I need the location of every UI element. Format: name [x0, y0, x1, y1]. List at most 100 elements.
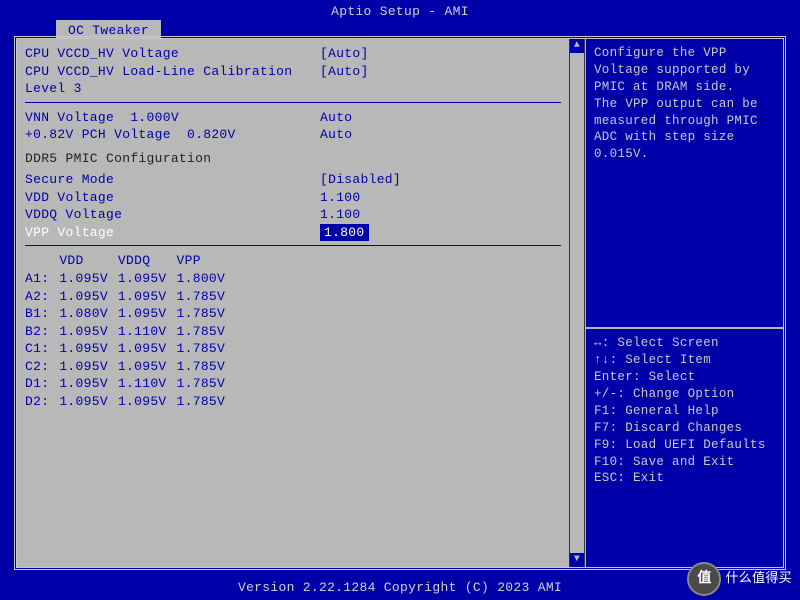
setting-label: Secure Mode: [25, 171, 320, 189]
cell-vddq: 1.095V: [118, 358, 177, 376]
cell-ch: A2:: [25, 288, 59, 306]
watermark: 值 什么值得买: [687, 562, 792, 596]
help-line: The VPP output can be: [594, 96, 775, 113]
cell-ch: D2:: [25, 393, 59, 411]
setting-vddq-voltage[interactable]: VDDQ Voltage 1.100: [25, 206, 561, 224]
cell-vdd: 1.095V: [59, 323, 118, 341]
divider: [25, 102, 561, 103]
cell-vpp: 1.785V: [177, 340, 236, 358]
cell-ch: D1:: [25, 375, 59, 393]
scrollbar[interactable]: ▲ ▼: [569, 39, 585, 567]
setting-value: [Auto]: [320, 63, 369, 81]
setting-label: CPU VCCD_HV Voltage: [25, 45, 320, 63]
app-title: Aptio Setup - AMI: [331, 4, 469, 19]
cell-vpp: 1.785V: [177, 305, 236, 323]
key-hint: F9: Load UEFI Defaults: [594, 437, 775, 454]
table-row: D2:1.095V1.095V1.785V: [25, 393, 235, 411]
setting-value: Auto: [320, 126, 352, 144]
help-line: measured through PMIC: [594, 113, 775, 130]
key-hint: F7: Discard Changes: [594, 420, 775, 437]
table-header-row: VDD VDDQ VPP: [25, 252, 235, 270]
section-ddr5-pmic: DDR5 PMIC Configuration: [25, 150, 561, 168]
setting-label: +0.82V PCH Voltage 0.820V: [25, 126, 320, 144]
key-hint: ↔: Select Screen: [594, 335, 775, 352]
cell-ch: B1:: [25, 305, 59, 323]
key-hint: Enter: Select: [594, 369, 775, 386]
setting-vccd-hv-voltage[interactable]: CPU VCCD_HV Voltage [Auto]: [25, 45, 561, 63]
setting-vccd-hv-llc[interactable]: CPU VCCD_HV Load-Line Calibration [Auto]: [25, 63, 561, 81]
cell-vpp: 1.785V: [177, 288, 236, 306]
settings-pane[interactable]: CPU VCCD_HV Voltage [Auto] CPU VCCD_HV L…: [17, 39, 569, 567]
help-line: ADC with step size: [594, 129, 775, 146]
setting-vpp-voltage[interactable]: VPP Voltage 1.800: [25, 224, 561, 242]
watermark-badge: 值: [687, 562, 721, 596]
bios-root: Aptio Setup - AMI OC Tweaker CPU VCCD_HV…: [0, 0, 800, 600]
setting-label: CPU VCCD_HV Load-Line Calibration: [25, 63, 320, 81]
table-row: B1:1.080V1.095V1.785V: [25, 305, 235, 323]
table-row: B2:1.095V1.110V1.785V: [25, 323, 235, 341]
setting-label: Level 3: [25, 80, 320, 98]
cell-vpp: 1.800V: [177, 270, 236, 288]
version-string: Version 2.22.1284 Copyright (C) 2023 AMI: [238, 580, 562, 595]
key-legend: ↔: Select Screen ↑↓: Select Item Enter: …: [585, 329, 783, 567]
key-hint: ↑↓: Select Item: [594, 352, 775, 369]
help-line: 0.015V.: [594, 146, 775, 163]
scroll-up-icon[interactable]: ▲: [570, 39, 584, 53]
col-vddq: VDDQ: [118, 252, 177, 270]
help-line: PMIC at DRAM side.: [594, 79, 775, 96]
setting-value: [Auto]: [320, 45, 369, 63]
main-frame: CPU VCCD_HV Voltage [Auto] CPU VCCD_HV L…: [14, 36, 786, 570]
setting-level3[interactable]: Level 3: [25, 80, 561, 98]
table-row: A1:1.095V1.095V1.800V: [25, 270, 235, 288]
help-pane: Configure the VPP Voltage supported by P…: [585, 39, 783, 329]
setting-label: VNN Voltage 1.000V: [25, 109, 320, 127]
col-vdd: VDD: [59, 252, 118, 270]
cell-vdd: 1.095V: [59, 375, 118, 393]
cell-vdd: 1.095V: [59, 358, 118, 376]
cell-vpp: 1.785V: [177, 323, 236, 341]
key-hint: F10: Save and Exit: [594, 454, 775, 471]
setting-value-selected: 1.800: [320, 224, 369, 242]
cell-ch: C1:: [25, 340, 59, 358]
cell-vpp: 1.785V: [177, 358, 236, 376]
key-hint: ESC: Exit: [594, 470, 775, 487]
cell-vdd: 1.095V: [59, 270, 118, 288]
cell-vddq: 1.095V: [118, 288, 177, 306]
table-row: D1:1.095V1.110V1.785V: [25, 375, 235, 393]
scroll-down-icon[interactable]: ▼: [570, 553, 584, 567]
cell-ch: C2:: [25, 358, 59, 376]
setting-vdd-voltage[interactable]: VDD Voltage 1.100: [25, 189, 561, 207]
footer-bar: Version 2.22.1284 Copyright (C) 2023 AMI: [0, 574, 800, 600]
key-hint: F1: General Help: [594, 403, 775, 420]
scroll-track[interactable]: [570, 53, 584, 553]
divider: [25, 245, 561, 246]
help-line: Voltage supported by: [594, 62, 775, 79]
cell-vddq: 1.110V: [118, 323, 177, 341]
col-channel: [25, 252, 59, 270]
setting-value: 1.100: [320, 206, 361, 224]
cell-vdd: 1.095V: [59, 393, 118, 411]
setting-pch-voltage[interactable]: +0.82V PCH Voltage 0.820V Auto: [25, 126, 561, 144]
setting-label: VPP Voltage: [25, 224, 320, 242]
voltage-table: VDD VDDQ VPP A1:1.095V1.095V1.800VA2:1.0…: [25, 252, 235, 410]
cell-vddq: 1.095V: [118, 340, 177, 358]
right-column: Configure the VPP Voltage supported by P…: [585, 39, 783, 567]
setting-vnn-voltage[interactable]: VNN Voltage 1.000V Auto: [25, 109, 561, 127]
setting-label: VDD Voltage: [25, 189, 320, 207]
cell-vdd: 1.095V: [59, 340, 118, 358]
cell-vddq: 1.095V: [118, 393, 177, 411]
cell-ch: A1:: [25, 270, 59, 288]
setting-value: 1.100: [320, 189, 361, 207]
col-vpp: VPP: [177, 252, 236, 270]
setting-value: Auto: [320, 109, 352, 127]
key-hint: +/-: Change Option: [594, 386, 775, 403]
cell-vpp: 1.785V: [177, 375, 236, 393]
cell-vddq: 1.110V: [118, 375, 177, 393]
setting-value: [Disabled]: [320, 171, 401, 189]
cell-vdd: 1.095V: [59, 288, 118, 306]
table-row: A2:1.095V1.095V1.785V: [25, 288, 235, 306]
setting-secure-mode[interactable]: Secure Mode [Disabled]: [25, 171, 561, 189]
watermark-text: 什么值得买: [725, 570, 792, 588]
cell-vddq: 1.095V: [118, 305, 177, 323]
table-row: C2:1.095V1.095V1.785V: [25, 358, 235, 376]
